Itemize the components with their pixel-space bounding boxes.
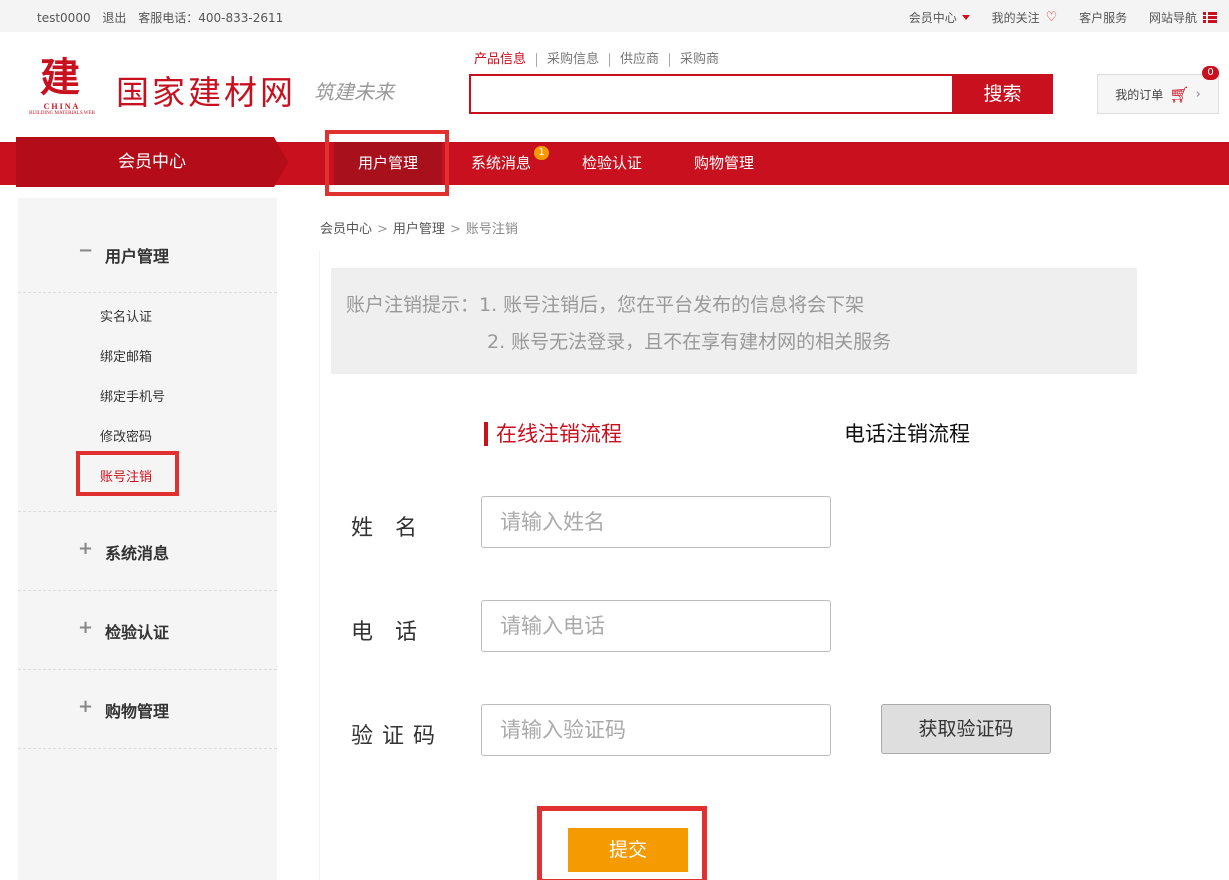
- tab-online-cancel[interactable]: 在线注销流程: [484, 422, 622, 446]
- nav-shopping-management[interactable]: 购物管理: [682, 142, 766, 185]
- divider: [18, 292, 277, 293]
- cancel-notice: 账户注销提示：1. 账号注销后，您在平台发布的信息将会下架 2. 账号无法登录，…: [331, 268, 1137, 374]
- collapse-icon[interactable]: −: [78, 240, 93, 261]
- search-button[interactable]: 搜索: [952, 74, 1053, 114]
- member-center-tab[interactable]: 会员中心: [16, 137, 288, 187]
- verification-code-input[interactable]: [482, 705, 830, 755]
- get-code-button[interactable]: 获取验证码: [881, 704, 1051, 754]
- highlight-box-sidebar: [76, 451, 179, 496]
- logo-mark-icon: 建: [40, 54, 80, 101]
- customer-service-link[interactable]: 客户服务: [1079, 9, 1127, 26]
- message-count-badge: 1: [534, 146, 549, 160]
- search-tab-products[interactable]: 产品信息: [474, 53, 536, 67]
- breadcrumb-current: 账号注销: [465, 222, 518, 237]
- sidebar-item-bind-email[interactable]: 绑定邮箱: [100, 346, 152, 365]
- member-center-label: 会员中心: [908, 11, 957, 25]
- logo-subtitle-1: CHINA: [43, 102, 81, 111]
- hotline: 客服电话：400-833-2611: [138, 11, 284, 25]
- sidebar-group-shopping: + 购物管理: [18, 670, 277, 749]
- code-field: [481, 704, 831, 756]
- breadcrumb-user-management[interactable]: 用户管理: [393, 222, 445, 237]
- highlight-box-nav: [325, 130, 449, 196]
- name-field: [481, 496, 831, 548]
- phone-label: 电 话: [351, 620, 418, 645]
- highlight-box-submit: [537, 806, 707, 880]
- tab-phone-cancel[interactable]: 电话注销流程: [844, 422, 970, 446]
- notice-line-2: 2. 账号无法登录，且不在享有建材网的相关服务: [487, 331, 892, 353]
- search-tab-suppliers[interactable]: 供应商: [609, 53, 669, 67]
- cart-icon: 🛒︎: [1169, 84, 1190, 104]
- heart-icon: ♡: [1045, 10, 1058, 25]
- sidebar-group-inspection: + 检验认证: [18, 591, 277, 670]
- phone-input[interactable]: [482, 601, 830, 651]
- my-follow-link[interactable]: 我的关注 ♡: [992, 9, 1058, 26]
- search-input[interactable]: [471, 76, 953, 112]
- logo-subtitle-2: BUILDING MATERIALS WEB: [29, 111, 95, 116]
- phone-field: [481, 600, 831, 652]
- site-nav-menu[interactable]: 网站导航: [1149, 9, 1217, 26]
- breadcrumb: 会员中心 > 用户管理 > 账号注销: [320, 218, 518, 237]
- name-label: 姓 名: [351, 516, 418, 541]
- code-label: 验证码: [351, 724, 445, 749]
- search-tabs: 产品信息 采购信息 供应商 采购商: [474, 52, 729, 67]
- sidebar-group-title[interactable]: 检验认证: [105, 619, 169, 643]
- search-tab-purchase[interactable]: 采购信息: [536, 53, 609, 67]
- caret-down-icon: [961, 15, 970, 20]
- search-box: [469, 74, 953, 114]
- my-follow-label: 我的关注: [991, 11, 1040, 25]
- top-bar: test0000 退出 客服电话：400-833-2611 会员中心 我的关注 ♡…: [0, 0, 1229, 32]
- sidebar-group-system-messages: + 系统消息: [18, 512, 277, 591]
- member-center-menu[interactable]: 会员中心: [909, 9, 970, 26]
- chevron-right-icon: ›: [1195, 86, 1201, 102]
- logout-link[interactable]: 退出: [102, 11, 126, 25]
- breadcrumb-member-center[interactable]: 会员中心: [320, 222, 372, 237]
- search-tab-buyers[interactable]: 采购商: [669, 53, 729, 67]
- username[interactable]: test0000: [37, 11, 91, 25]
- top-bar-right: 会员中心 我的关注 ♡ 客户服务 网站导航: [891, 9, 1217, 26]
- my-orders-label: 我的订单: [1115, 87, 1164, 102]
- name-input[interactable]: [482, 497, 830, 547]
- sidebar: − 用户管理 实名认证 绑定邮箱 绑定手机号 修改密码 账号注销 + 系统消息 …: [18, 198, 277, 880]
- breadcrumb-separator: >: [377, 222, 388, 237]
- sidebar-item-real-name[interactable]: 实名认证: [100, 306, 152, 325]
- sidebar-item-change-password[interactable]: 修改密码: [100, 426, 152, 445]
- list-menu-icon: [1203, 12, 1217, 23]
- site-logo[interactable]: 建 CHINA BUILDING MATERIALS WEB: [16, 58, 108, 120]
- sidebar-group-title[interactable]: 购物管理: [105, 698, 169, 722]
- notice-line-1: 账户注销提示：1. 账号注销后，您在平台发布的信息将会下架: [346, 294, 865, 316]
- sidebar-group-title[interactable]: 用户管理: [105, 243, 169, 267]
- expand-icon[interactable]: +: [78, 617, 93, 638]
- sidebar-item-bind-phone[interactable]: 绑定手机号: [100, 386, 165, 405]
- nav-system-messages[interactable]: 系统消息: [458, 142, 544, 185]
- site-title: 国家建材网: [116, 73, 296, 112]
- breadcrumb-separator: >: [449, 222, 461, 237]
- expand-icon[interactable]: +: [78, 538, 93, 559]
- sidebar-group-title[interactable]: 系统消息: [105, 540, 169, 564]
- top-bar-left: test0000 退出 客服电话：400-833-2611: [37, 9, 291, 26]
- slogan: 筑建未来: [314, 80, 394, 104]
- nav-inspection-cert[interactable]: 检验认证: [570, 142, 654, 185]
- expand-icon[interactable]: +: [78, 696, 93, 717]
- site-nav-label: 网站导航: [1148, 11, 1197, 25]
- my-orders-button[interactable]: 我的订单 🛒︎ ›: [1097, 74, 1219, 114]
- order-count-badge: 0: [1202, 66, 1219, 80]
